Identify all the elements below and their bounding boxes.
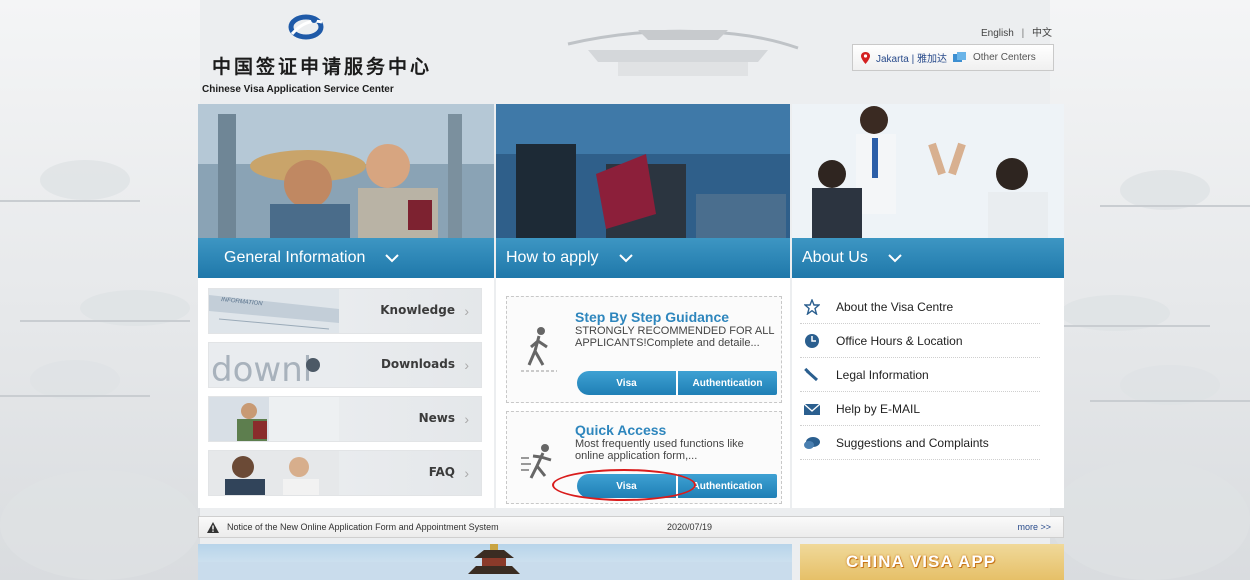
china-visa-app-banner[interactable]: CHINA VISA APP <box>800 544 1064 580</box>
quick-access-description: Most frequently used functions like onli… <box>575 438 744 462</box>
notice-bar: Notice of the New Online Application For… <box>198 516 1064 538</box>
walking-person-icon <box>521 327 557 372</box>
downloads-thumbnail: downl <box>209 343 339 387</box>
downloads-thumb-text: downl <box>211 350 312 387</box>
help-email-label: Help by E-MAIL <box>836 401 921 416</box>
knowledge-thumbnail: INFORMATION <box>209 289 339 333</box>
passport-photo <box>496 104 790 238</box>
logo-chinese-text: 中国签证申请服务中心 <box>212 56 433 78</box>
globe-icon <box>952 51 966 62</box>
chevron-down-icon <box>618 254 633 263</box>
chevron-down-icon <box>888 254 902 263</box>
mail-icon <box>802 401 822 417</box>
how-to-apply-panel: How to apply Step By Step Guidance STRON… <box>496 104 790 508</box>
faq-label: FAQ <box>428 465 455 479</box>
location-pin-icon <box>861 51 870 64</box>
page-container: 中国签证申请服务中心 Chinese Visa Application Serv… <box>198 0 1064 580</box>
china-visa-app-text: CHINA VISA APP <box>846 552 997 571</box>
other-centers-link[interactable]: Other Centers <box>973 52 1036 63</box>
office-hours-link[interactable]: Office Hours & Location <box>800 324 1040 358</box>
general-information-panel: General Information INFORMATION Knowledg… <box>198 104 494 508</box>
clock-icon <box>802 333 822 349</box>
gavel-icon <box>802 367 822 383</box>
language-switcher: English | 中文 <box>981 24 1052 39</box>
quick-access-card: Quick Access Most frequently used functi… <box>506 411 782 504</box>
office-hours-label: Office Hours & Location <box>836 333 963 348</box>
chevron-right-icon: › <box>464 411 469 427</box>
faq-thumbnail <box>209 451 339 495</box>
logo-english-text: Chinese Visa Application Service Center <box>202 84 394 95</box>
tab-how-to-apply-label: How to apply <box>506 249 599 266</box>
tab-how-to-apply[interactable]: How to apply <box>496 238 790 278</box>
running-person-icon <box>521 444 552 479</box>
pagoda-illustration <box>198 544 792 580</box>
tab-general-information-label: General Information <box>224 249 366 266</box>
step-by-step-description: STRONGLY RECOMMENDED FOR ALL APPLICANTS!… <box>575 325 775 349</box>
about-visa-centre-label: About the Visa Centre <box>836 299 954 314</box>
couple-photo <box>198 104 494 238</box>
suggestions-complaints-label: Suggestions and Complaints <box>836 435 989 450</box>
lang-chinese-link[interactable]: 中文 <box>1032 28 1052 39</box>
legal-information-label: Legal Information <box>836 367 929 382</box>
chevron-right-icon: › <box>464 357 469 373</box>
warning-icon <box>207 521 219 533</box>
notice-link[interactable]: Notice of the New Online Application For… <box>227 522 667 532</box>
chevron-right-icon: › <box>464 465 469 481</box>
lang-separator: | <box>1021 28 1025 39</box>
about-visa-centre-link[interactable]: About the Visa Centre <box>800 290 1040 324</box>
right-decoration <box>1050 0 1250 580</box>
beijing-banner[interactable] <box>198 544 792 580</box>
about-us-panel: About Us About the Visa Centre Office Ho… <box>792 104 1064 508</box>
legal-information-link[interactable]: Legal Information <box>800 358 1040 392</box>
step-by-step-visa-button[interactable]: Visa <box>577 371 676 395</box>
center-selector: Jakarta | 雅加达 Other Centers <box>852 44 1054 71</box>
step-by-step-buttons: Visa Authentication <box>577 371 777 395</box>
tab-about-us-label: About Us <box>802 249 868 266</box>
about-us-list: About the Visa Centre Office Hours & Loc… <box>800 290 1040 460</box>
chat-icon <box>802 435 822 451</box>
news-link[interactable]: News › <box>208 396 482 442</box>
news-label: News <box>418 411 455 425</box>
site-header: 中国签证申请服务中心 Chinese Visa Application Serv… <box>198 0 1064 103</box>
quick-access-authentication-button[interactable]: Authentication <box>676 474 777 498</box>
suggestions-complaints-link[interactable]: Suggestions and Complaints <box>800 426 1040 460</box>
temple-illustration <box>567 29 799 76</box>
knowledge-label: Knowledge <box>380 303 455 317</box>
general-info-list: INFORMATION Knowledge › downl Downloads … <box>208 288 482 504</box>
star-icon <box>802 298 822 315</box>
logo-swoosh-icon <box>288 14 324 40</box>
step-by-step-authentication-button[interactable]: Authentication <box>676 371 777 395</box>
news-thumbnail <box>209 397 339 441</box>
step-by-step-title: Step By Step Guidance <box>575 309 730 325</box>
faq-link[interactable]: FAQ › <box>208 450 482 496</box>
knowledge-link[interactable]: INFORMATION Knowledge › <box>208 288 482 334</box>
business-people-photo <box>792 104 1064 238</box>
step-by-step-card: Step By Step Guidance STRONGLY RECOMMEND… <box>506 296 782 403</box>
quick-access-title: Quick Access <box>575 422 667 438</box>
chevron-down-icon <box>385 254 400 263</box>
downloads-label: Downloads <box>380 357 455 371</box>
help-email-link[interactable]: Help by E-MAIL <box>800 392 1040 426</box>
current-center-link[interactable]: Jakarta | 雅加达 <box>876 50 947 65</box>
lang-english-link[interactable]: English <box>981 28 1014 39</box>
left-decoration <box>0 0 200 580</box>
more-link[interactable]: more >> <box>1017 522 1051 532</box>
downloads-link[interactable]: downl Downloads › <box>208 342 482 388</box>
chevron-right-icon: › <box>464 303 469 319</box>
quick-access-visa-button[interactable]: Visa <box>577 474 676 498</box>
quick-access-buttons: Visa Authentication <box>577 474 777 498</box>
tab-about-us[interactable]: About Us <box>792 238 1064 278</box>
tab-general-information[interactable]: General Information <box>198 238 494 278</box>
notice-date: 2020/07/19 <box>667 522 713 532</box>
